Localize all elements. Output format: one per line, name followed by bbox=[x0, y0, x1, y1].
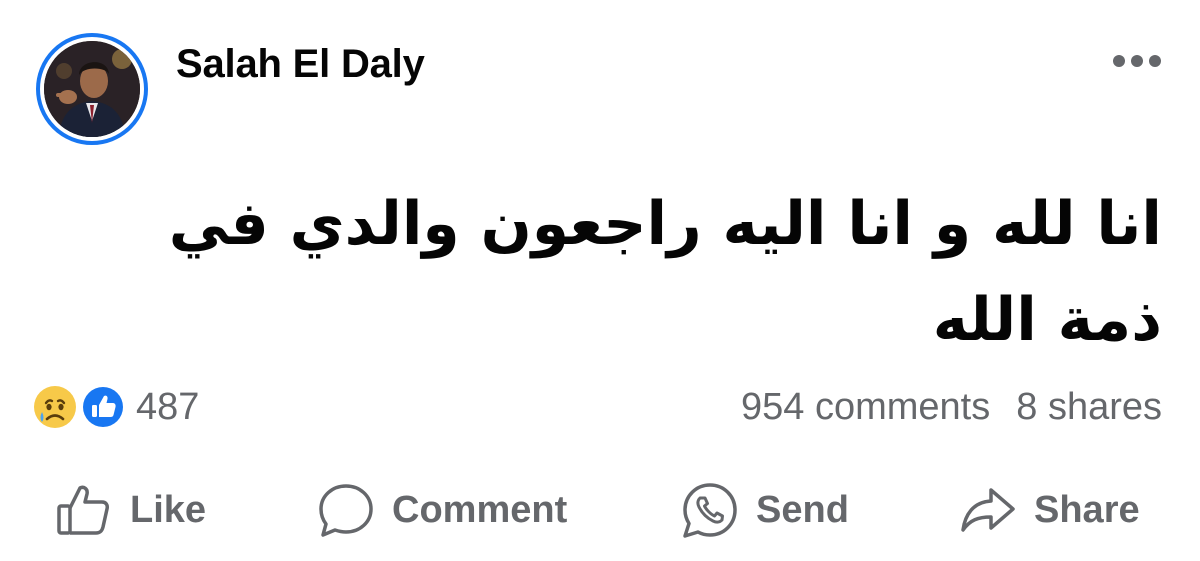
engagement-counts: 954 comments 8 shares bbox=[741, 386, 1162, 429]
avatar-photo bbox=[44, 41, 140, 137]
comment-button[interactable]: Comment bbox=[316, 478, 567, 542]
like-icon bbox=[81, 385, 125, 429]
action-bar: Like Comment Send Share bbox=[0, 478, 1200, 542]
share-arrow-icon bbox=[961, 488, 1015, 532]
shares-count[interactable]: 8 shares bbox=[1016, 386, 1162, 429]
share-label: Share bbox=[1034, 488, 1140, 531]
send-label: Send bbox=[756, 488, 849, 531]
reaction-count: 487 bbox=[136, 385, 200, 428]
comments-count[interactable]: 954 comments bbox=[741, 386, 990, 429]
share-button[interactable]: Share bbox=[958, 478, 1140, 542]
sad-face-icon bbox=[34, 386, 76, 428]
whatsapp-icon bbox=[683, 483, 737, 538]
facebook-post: Salah El Daly انا لله و انا اليه راجعون … bbox=[0, 0, 1200, 561]
profile-avatar-ring[interactable] bbox=[36, 33, 148, 145]
thumbs-up-icon bbox=[57, 485, 109, 535]
like-label: Like bbox=[130, 488, 207, 531]
author-name[interactable]: Salah El Daly bbox=[176, 42, 425, 87]
avatar[interactable] bbox=[44, 41, 140, 137]
send-button[interactable]: Send bbox=[680, 478, 849, 542]
reaction-icons bbox=[32, 384, 132, 430]
comment-label: Comment bbox=[392, 488, 568, 531]
reactions-summary[interactable]: 487 bbox=[32, 384, 199, 430]
like-button[interactable]: Like bbox=[54, 478, 206, 542]
more-options-icon[interactable] bbox=[1112, 52, 1162, 70]
post-text: انا لله و انا اليه راجعون والدي في ذمة ا… bbox=[168, 189, 1162, 355]
comment-bubble-icon bbox=[319, 484, 373, 537]
